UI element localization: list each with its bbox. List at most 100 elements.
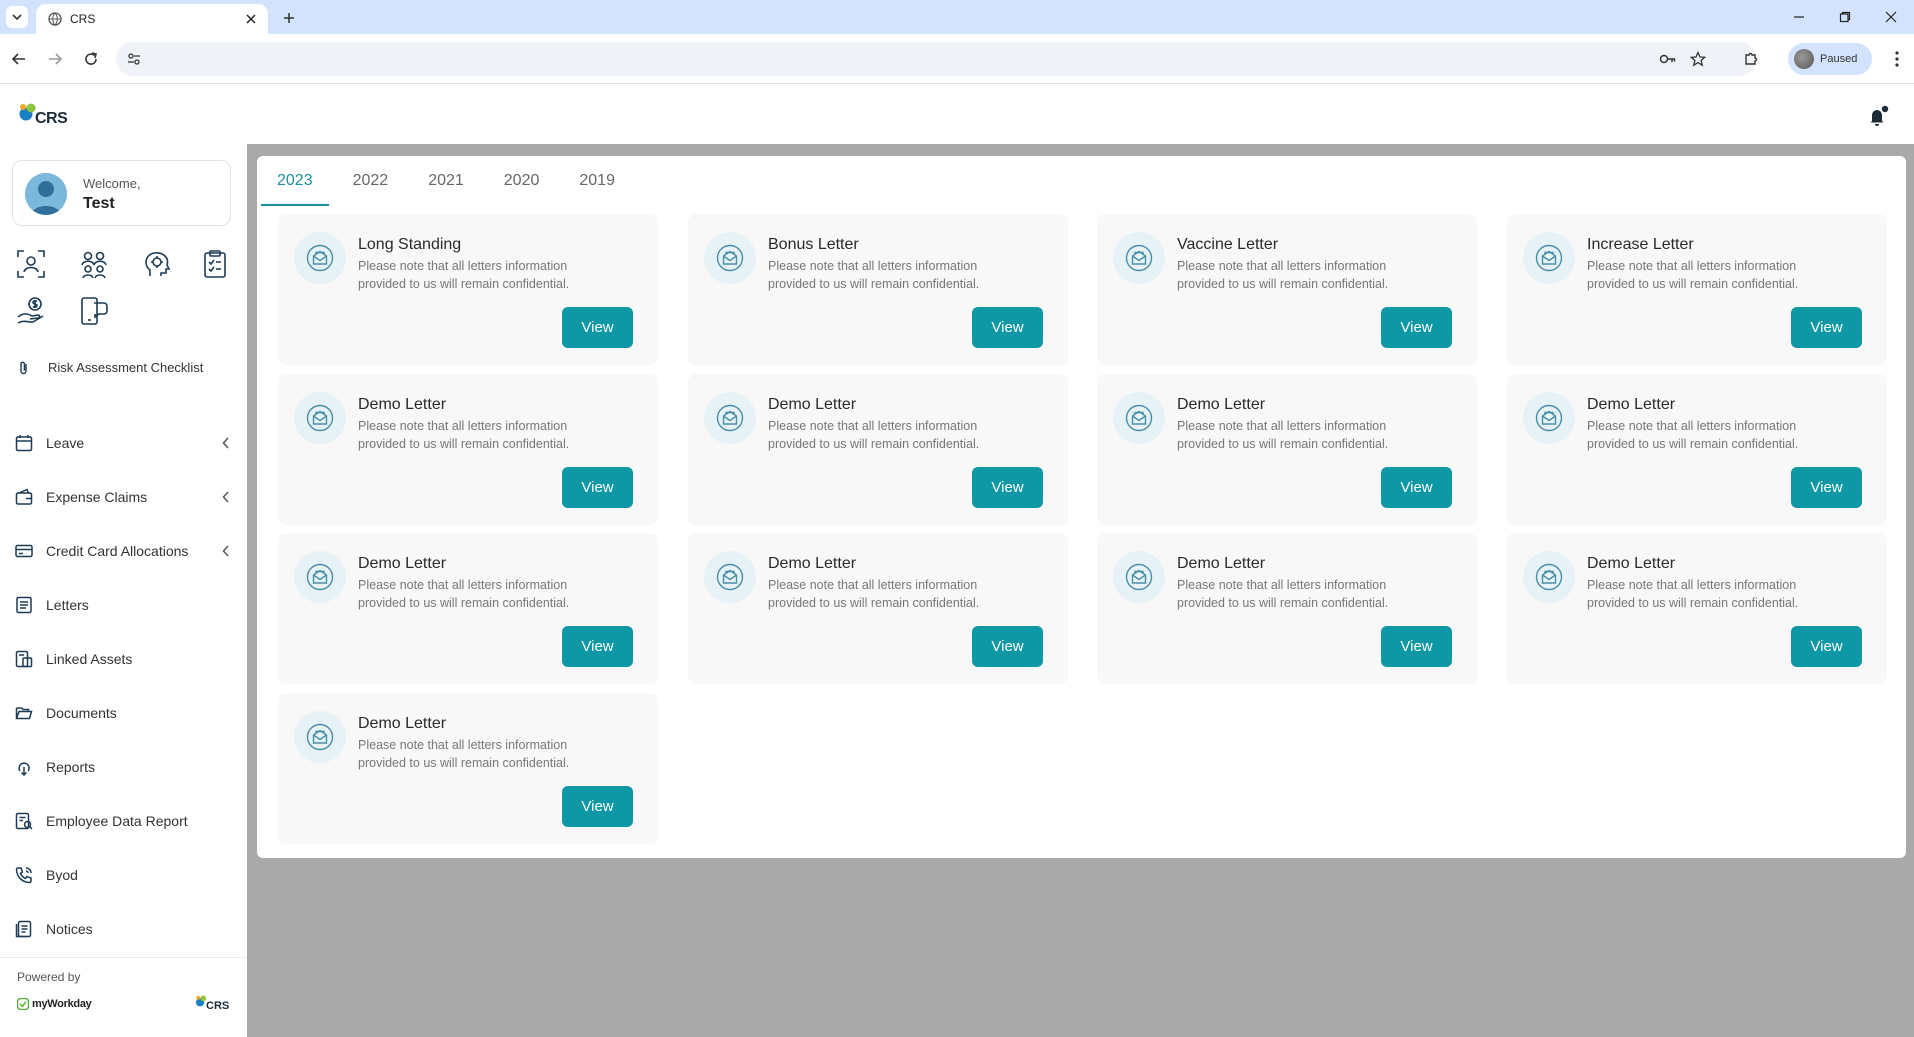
letter-card: Demo Letter Please note that all letters … <box>1097 374 1477 525</box>
view-button[interactable]: View <box>972 307 1043 348</box>
letter-description: Please note that all letters information… <box>768 259 980 291</box>
sidebar-item-employee-data-report[interactable]: Employee Data Report <box>14 806 234 836</box>
profile-button[interactable]: Paused <box>1788 43 1872 75</box>
letter-card: Demo Letter Please note that all letters … <box>688 533 1068 684</box>
view-button[interactable]: View <box>562 467 633 508</box>
sidebar-item-byod[interactable]: Byod <box>14 860 234 890</box>
avatar <box>25 173 67 215</box>
sidebar-item-documents[interactable]: Documents <box>14 698 234 728</box>
sidebar: Welcome, Test Risk Assessment Checklist … <box>0 144 247 1037</box>
star-icon <box>1690 51 1706 67</box>
view-button[interactable]: View <box>562 786 633 827</box>
chevron-down-icon <box>12 14 22 21</box>
view-button[interactable]: View <box>972 467 1043 508</box>
report-icon <box>14 757 34 777</box>
sidebar-item-leave[interactable]: Leave <box>14 428 234 458</box>
sidebar-item-label: Reports <box>46 759 96 775</box>
letter-title: Demo Letter <box>1587 396 1676 413</box>
reload-button[interactable] <box>80 48 102 70</box>
letter-card: Vaccine Letter Please note that all lette… <box>1097 214 1477 365</box>
sidebar-item-label: Expense Claims <box>46 489 148 505</box>
team-icon[interactable] <box>76 246 112 282</box>
sidebar-item-reports[interactable]: Reports <box>14 752 234 782</box>
address-bar[interactable] <box>116 42 1756 76</box>
letter-envelope-icon <box>294 392 346 444</box>
letter-description: Please note that all letters information… <box>1177 419 1389 451</box>
sidebar-item-label: Documents <box>46 705 117 721</box>
back-button[interactable] <box>8 48 30 70</box>
user-avatar-icon <box>25 173 67 215</box>
new-tab-button[interactable] <box>278 7 300 29</box>
sidebar-item-linked-assets[interactable]: Linked Assets <box>14 644 234 674</box>
letter-description: Please note that all letters information… <box>1587 419 1799 451</box>
browser-menu-button[interactable] <box>1886 48 1908 70</box>
tab-2019[interactable]: 2019 <box>563 156 631 206</box>
view-button[interactable]: View <box>1791 307 1862 348</box>
sidebar-item-credit-card-allocations[interactable]: Credit Card Allocations <box>14 536 234 566</box>
restore-button[interactable] <box>1822 0 1868 34</box>
app-header: CRS <box>0 84 1914 144</box>
browser-toolbar: Paused <box>0 34 1914 84</box>
letter-card: Demo Letter Please note that all letters … <box>278 533 658 684</box>
myworkday-text: myWorkday <box>32 998 92 1010</box>
settings-head-icon[interactable] <box>139 246 175 282</box>
welcome-label: Welcome, <box>83 176 141 191</box>
letter-envelope-icon <box>1113 392 1165 444</box>
view-button[interactable]: View <box>1381 467 1452 508</box>
letter-title: Demo Letter <box>358 555 447 572</box>
close-window-button[interactable] <box>1868 0 1914 34</box>
sidebar-item-expense-claims[interactable]: Expense Claims <box>14 482 234 512</box>
letter-description: Please note that all letters information… <box>1177 259 1389 291</box>
clipboard-icon[interactable] <box>197 246 233 282</box>
chevron-left-icon <box>218 489 234 505</box>
more-vertical-icon <box>1895 51 1899 67</box>
view-button[interactable]: View <box>1381 307 1452 348</box>
bookmark-button[interactable] <box>1688 49 1708 69</box>
extensions-button[interactable] <box>1740 48 1762 70</box>
sidebar-item-letters[interactable]: Letters <box>14 590 234 620</box>
tab-close-button[interactable] <box>242 10 260 28</box>
view-button[interactable]: View <box>1791 467 1862 508</box>
welcome-card[interactable]: Welcome, Test <box>12 160 231 226</box>
letter-card: Bonus Letter Please note that all letters… <box>688 214 1068 365</box>
myworkday-logo: myWorkday <box>17 998 92 1010</box>
letter-envelope-icon <box>294 711 346 763</box>
tab-2023[interactable]: 2023 <box>261 156 329 206</box>
letter-description: Please note that all letters information… <box>1587 578 1799 610</box>
footer-logo-text: CRS <box>206 1000 230 1012</box>
close-icon <box>246 14 256 24</box>
letter-card: Demo Letter Please note that all letters … <box>1507 374 1887 525</box>
view-button[interactable]: View <box>562 307 633 348</box>
view-button[interactable]: View <box>972 626 1043 667</box>
letter-description: Please note that all letters information… <box>768 419 980 451</box>
calendar-icon <box>14 433 34 453</box>
letter-title: Demo Letter <box>1177 396 1266 413</box>
view-button[interactable]: View <box>1791 626 1862 667</box>
credit-card-icon <box>14 541 34 561</box>
tab-2020[interactable]: 2020 <box>488 156 556 206</box>
minimize-button[interactable] <box>1776 0 1822 34</box>
tab-search-button[interactable] <box>6 6 28 28</box>
sidebar-item-label: Linked Assets <box>46 651 133 667</box>
view-button[interactable]: View <box>1381 626 1452 667</box>
sidebar-item-notices[interactable]: Notices <box>14 914 234 944</box>
sidebar-item-label: Risk Assessment Checklist <box>48 360 204 375</box>
crs-logo[interactable]: CRS <box>18 102 78 130</box>
browser-tab[interactable]: CRS <box>36 4 268 34</box>
letter-title: Bonus Letter <box>768 236 859 253</box>
letter-envelope-icon <box>294 232 346 284</box>
face-scan-icon[interactable] <box>13 246 49 282</box>
tab-2022[interactable]: 2022 <box>337 156 405 206</box>
salary-hand-icon[interactable] <box>13 293 49 329</box>
phone-chat-icon[interactable] <box>76 293 112 329</box>
view-button[interactable]: View <box>562 626 633 667</box>
reload-icon <box>85 52 97 65</box>
password-key-button[interactable] <box>1658 49 1678 69</box>
letter-title: Demo Letter <box>358 715 447 732</box>
tab-2021[interactable]: 2021 <box>412 156 480 206</box>
forward-button[interactable] <box>44 48 66 70</box>
notifications-button[interactable] <box>1866 104 1890 128</box>
asset-icon <box>14 649 34 669</box>
myworkday-mark-icon <box>17 998 29 1010</box>
site-info-button[interactable] <box>124 49 144 69</box>
